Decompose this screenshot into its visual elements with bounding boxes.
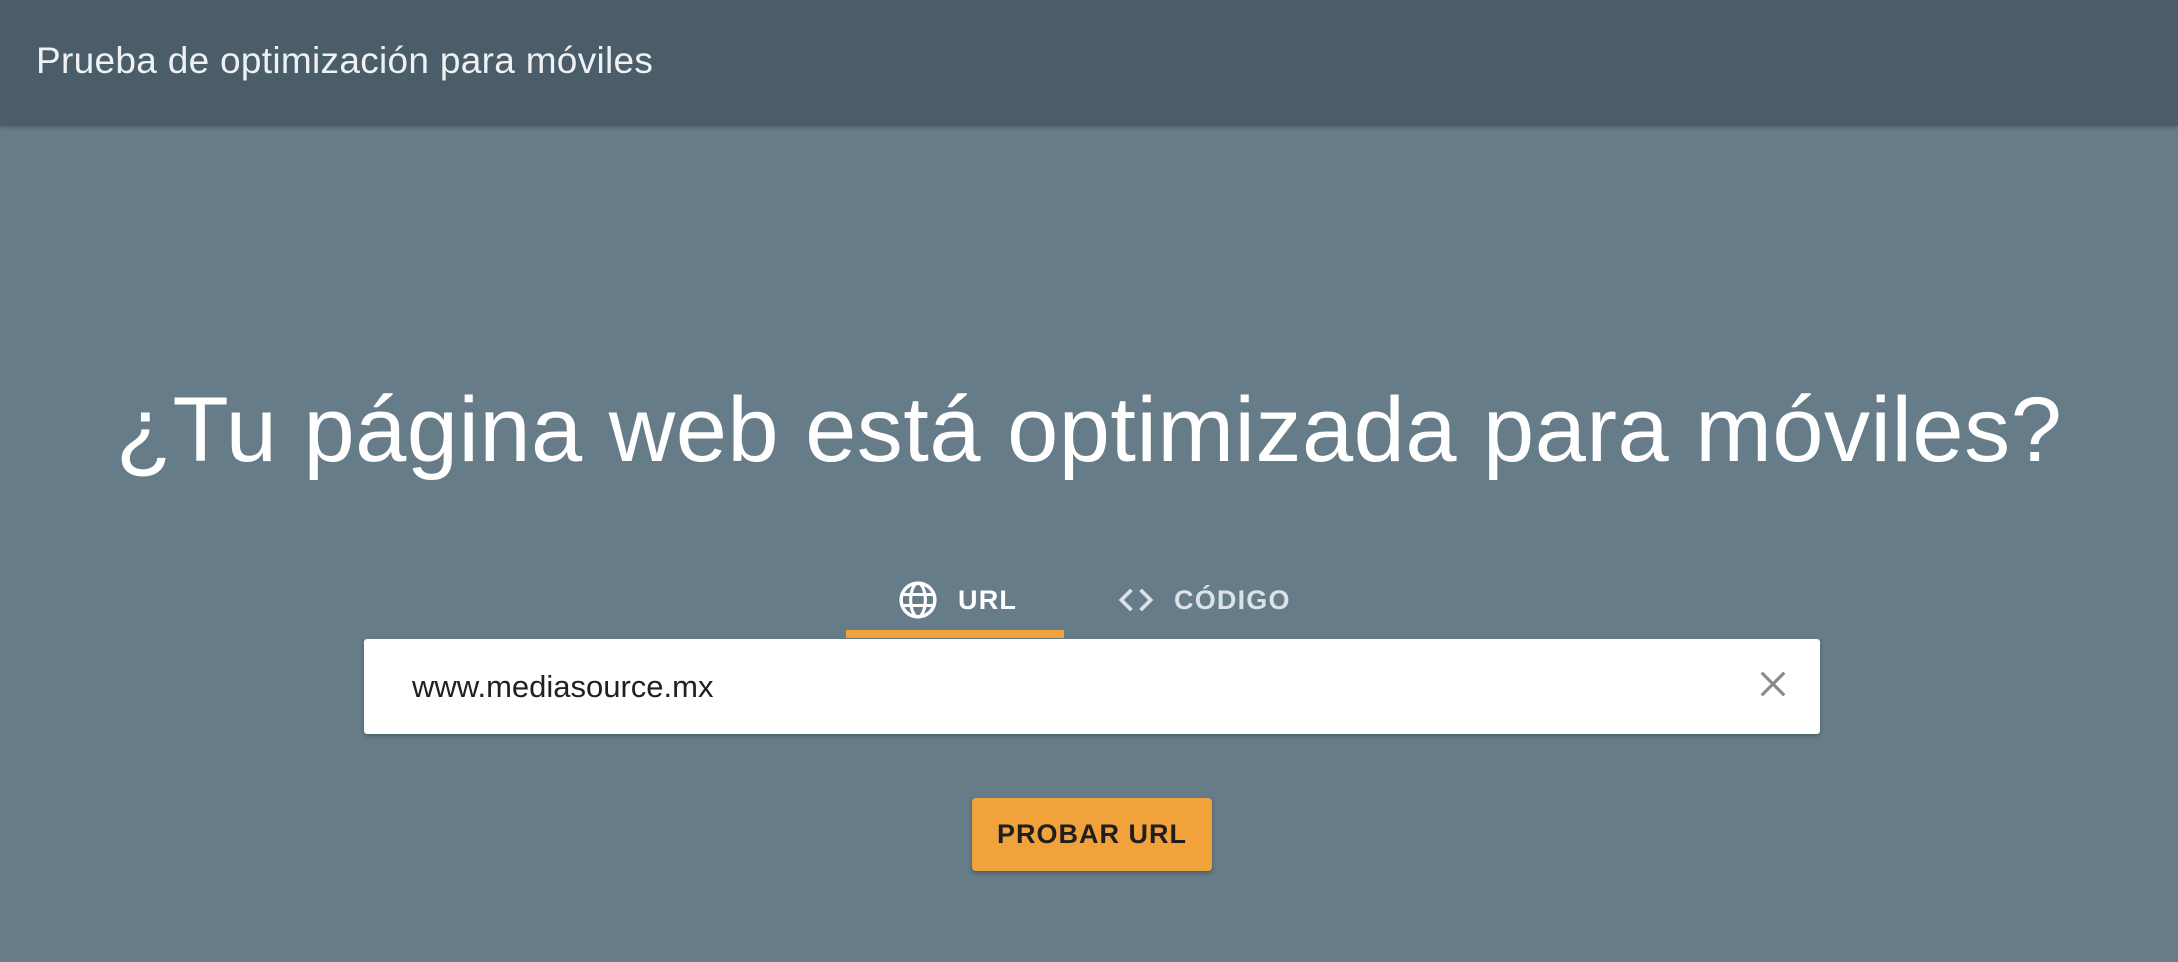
test-url-button[interactable]: PROBAR URL	[972, 798, 1212, 871]
app-title: Prueba de optimización para móviles	[36, 40, 654, 81]
tab-url-label: URL	[958, 584, 1018, 615]
tab-code-label: CÓDIGO	[1174, 584, 1291, 615]
close-icon	[1756, 667, 1790, 706]
tab-code[interactable]: CÓDIGO	[1114, 562, 1334, 638]
page-headline: ¿Tu página web está optimizada para móvi…	[115, 379, 2063, 481]
code-icon	[1114, 578, 1158, 622]
active-tab-indicator	[846, 630, 1064, 638]
top-app-bar: Prueba de optimización para móviles	[0, 0, 2178, 126]
url-input-box	[364, 639, 1820, 734]
tab-url[interactable]: URL	[846, 562, 1064, 638]
clear-button[interactable]	[1748, 661, 1798, 711]
globe-icon	[896, 578, 940, 622]
input-mode-tabs: URL CÓDIGO	[846, 562, 1346, 638]
url-input[interactable]	[412, 639, 1692, 734]
